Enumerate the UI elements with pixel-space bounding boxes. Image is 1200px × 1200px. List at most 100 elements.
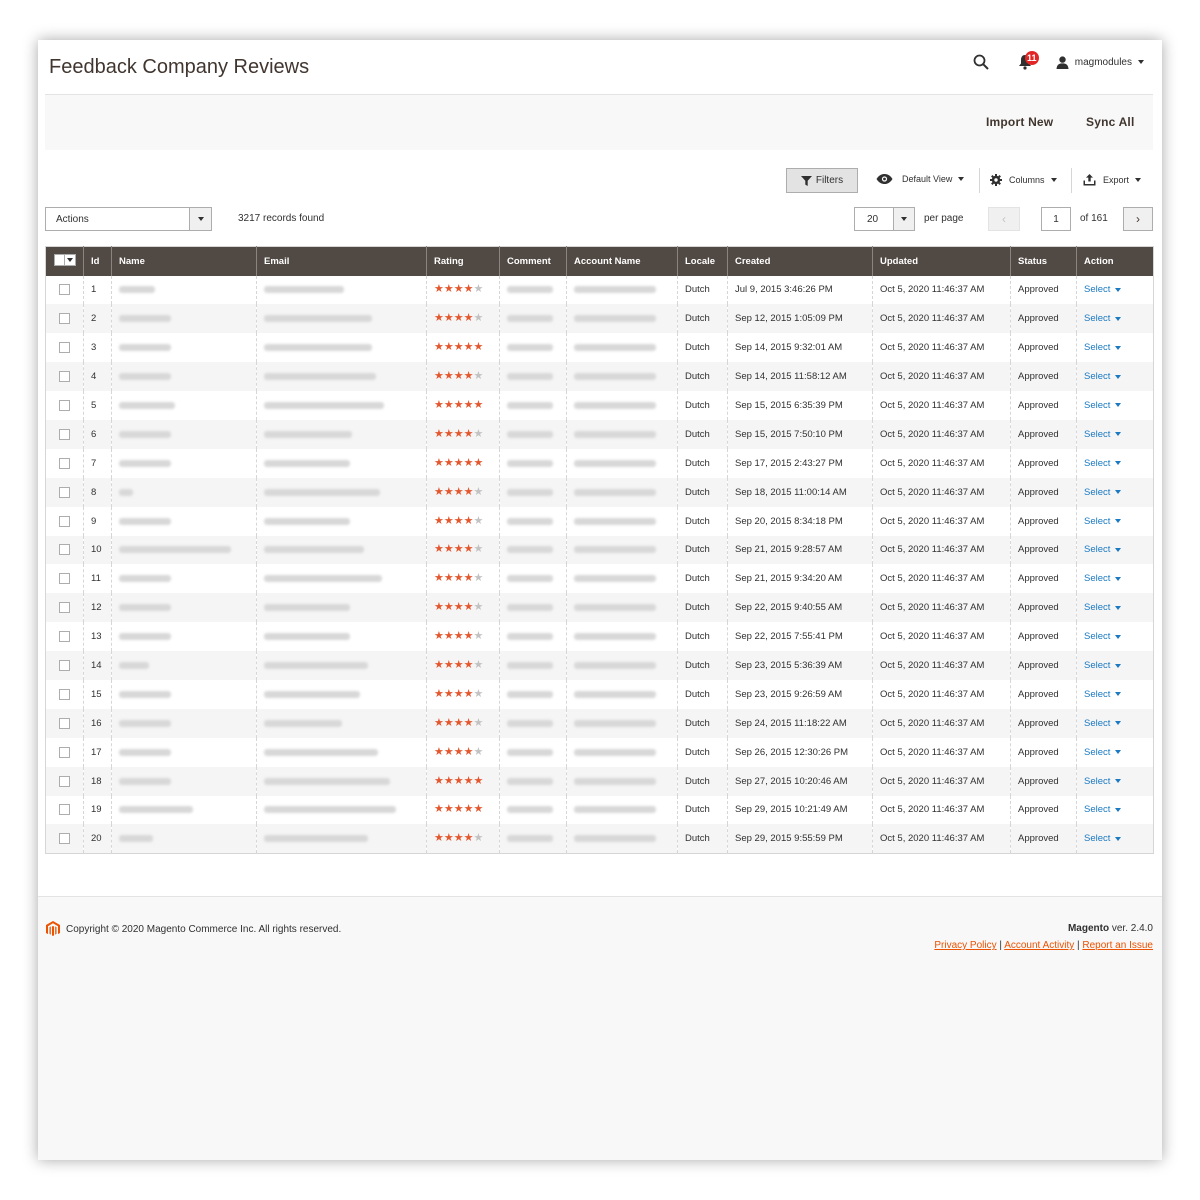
row-action-select[interactable]: Select	[1084, 660, 1122, 671]
notifications-button[interactable]: 11	[1014, 51, 1039, 73]
row-action-select[interactable]: Select	[1084, 313, 1122, 324]
privacy-policy-link[interactable]: Privacy Policy	[934, 940, 996, 951]
import-new-button[interactable]: Import New	[986, 115, 1053, 129]
row-action-label: Select	[1084, 804, 1111, 816]
row-checkbox[interactable]	[59, 486, 70, 498]
row-action-select[interactable]: Select	[1084, 284, 1122, 295]
per-page-select[interactable]: 20	[854, 207, 894, 231]
star-icon: ★	[434, 312, 444, 325]
row-action-select[interactable]: Select	[1084, 342, 1122, 353]
column-header-comment[interactable]: Comment	[499, 246, 567, 276]
row-checkbox[interactable]	[59, 313, 70, 325]
row-action-select[interactable]: Select	[1084, 804, 1122, 816]
previous-page-button[interactable]: ‹	[988, 207, 1020, 231]
cell-locale: Dutch	[677, 333, 728, 363]
cell-updated: Oct 5, 2020 11:46:37 AM	[872, 391, 1011, 420]
star-icon: ★	[453, 543, 464, 556]
row-action-select[interactable]: Select	[1084, 718, 1122, 729]
row-checkbox[interactable]	[59, 804, 70, 816]
export-label: Export	[1103, 175, 1130, 185]
column-header-status[interactable]: Status	[1010, 246, 1077, 276]
next-page-button[interactable]: ›	[1123, 207, 1153, 231]
cell-comment	[499, 477, 567, 507]
column-header-locale[interactable]: Locale	[677, 246, 728, 276]
row-action-select[interactable]: Select	[1084, 833, 1122, 844]
row-checkbox[interactable]	[59, 688, 70, 700]
export-dropdown[interactable]: Export	[1083, 174, 1142, 186]
cell-locale: Dutch	[677, 651, 728, 680]
row-action-select[interactable]: Select	[1084, 429, 1122, 440]
cell-name	[111, 275, 257, 305]
column-header-id[interactable]: Id	[83, 246, 112, 276]
star-icon: ★	[453, 370, 464, 383]
row-action-select[interactable]: Select	[1084, 746, 1122, 758]
filters-button[interactable]: Filters	[786, 168, 858, 193]
cell-action: Select	[1076, 362, 1154, 392]
row-action-label: Select	[1084, 486, 1111, 498]
sync-all-button[interactable]: Sync All	[1086, 115, 1135, 129]
row-checkbox[interactable]	[59, 746, 70, 758]
row-action-label: Select	[1084, 746, 1111, 758]
row-checkbox[interactable]	[59, 602, 70, 614]
cell-action: Select	[1076, 275, 1154, 305]
row-checkbox[interactable]	[59, 775, 70, 787]
row-checkbox[interactable]	[59, 371, 70, 383]
report-issue-link[interactable]: Report an Issue	[1082, 940, 1153, 951]
cell-locale: Dutch	[677, 275, 728, 305]
row-checkbox[interactable]	[59, 457, 70, 469]
row-action-select[interactable]: Select	[1084, 573, 1122, 584]
row-action-select[interactable]: Select	[1084, 544, 1122, 555]
row-action-select[interactable]: Select	[1084, 689, 1122, 700]
user-name: magmodules	[1074, 56, 1132, 68]
row-action-select[interactable]: Select	[1084, 631, 1122, 642]
cell-locale: Dutch	[677, 535, 728, 565]
cell-created: Sep 14, 2015 11:58:12 AM	[727, 362, 873, 392]
mass-select-checkbox[interactable]	[53, 254, 76, 267]
columns-dropdown[interactable]: Columns	[990, 174, 1057, 186]
mass-actions-select[interactable]: Actions	[45, 207, 212, 231]
cell-name	[111, 795, 257, 825]
redacted-comment	[507, 575, 553, 583]
row-action-select[interactable]: Select	[1084, 602, 1122, 613]
row-checkbox[interactable]	[59, 833, 70, 845]
row-action-select[interactable]: Select	[1084, 458, 1122, 469]
row-checkbox[interactable]	[59, 342, 70, 354]
search-icon[interactable]	[970, 51, 992, 73]
column-header-name[interactable]: Name	[111, 246, 257, 276]
row-checkbox[interactable]	[59, 660, 70, 672]
column-header-rating[interactable]: Rating	[426, 246, 500, 276]
row-action-select[interactable]: Select	[1084, 486, 1122, 498]
row-action-select[interactable]: Select	[1084, 776, 1122, 787]
row-checkbox[interactable]	[59, 573, 70, 585]
row-checkbox[interactable]	[59, 717, 70, 729]
default-view-dropdown[interactable]: Default View	[876, 174, 965, 184]
cell-name	[111, 333, 257, 363]
current-page-input[interactable]: 1	[1041, 207, 1071, 231]
column-header-email[interactable]: Email	[256, 246, 427, 276]
row-checkbox[interactable]	[59, 631, 70, 643]
cell-id: 6	[83, 419, 112, 449]
row-checkbox[interactable]	[59, 400, 70, 411]
star-icon: ★	[453, 427, 464, 440]
cell-status: Approved	[1010, 391, 1077, 420]
user-menu[interactable]: magmodules	[1056, 55, 1144, 69]
column-header-account-name[interactable]: Account Name	[566, 246, 678, 276]
row-checkbox[interactable]	[59, 515, 70, 527]
row-action-select[interactable]: Select	[1084, 400, 1122, 411]
footer-links: Privacy Policy | Account Activity | Repo…	[934, 940, 1153, 951]
cell-locale: Dutch	[677, 766, 728, 796]
chevron-down-icon	[1115, 403, 1122, 408]
row-action-select[interactable]: Select	[1084, 516, 1122, 527]
column-header-created[interactable]: Created	[727, 246, 873, 276]
row-checkbox[interactable]	[59, 428, 70, 440]
cell-status: Approved	[1010, 708, 1077, 738]
mass-actions-label: Actions	[56, 213, 89, 225]
cell-status: Approved	[1010, 535, 1077, 565]
account-activity-link[interactable]: Account Activity	[1004, 940, 1074, 951]
cell-rating: ★ ★ ★ ★ ★	[426, 362, 500, 392]
row-checkbox[interactable]	[59, 284, 70, 296]
row-action-select[interactable]: Select	[1084, 371, 1122, 382]
column-header-updated[interactable]: Updated	[872, 246, 1011, 276]
per-page-dropdown-button[interactable]	[893, 207, 915, 231]
row-checkbox[interactable]	[59, 544, 70, 556]
